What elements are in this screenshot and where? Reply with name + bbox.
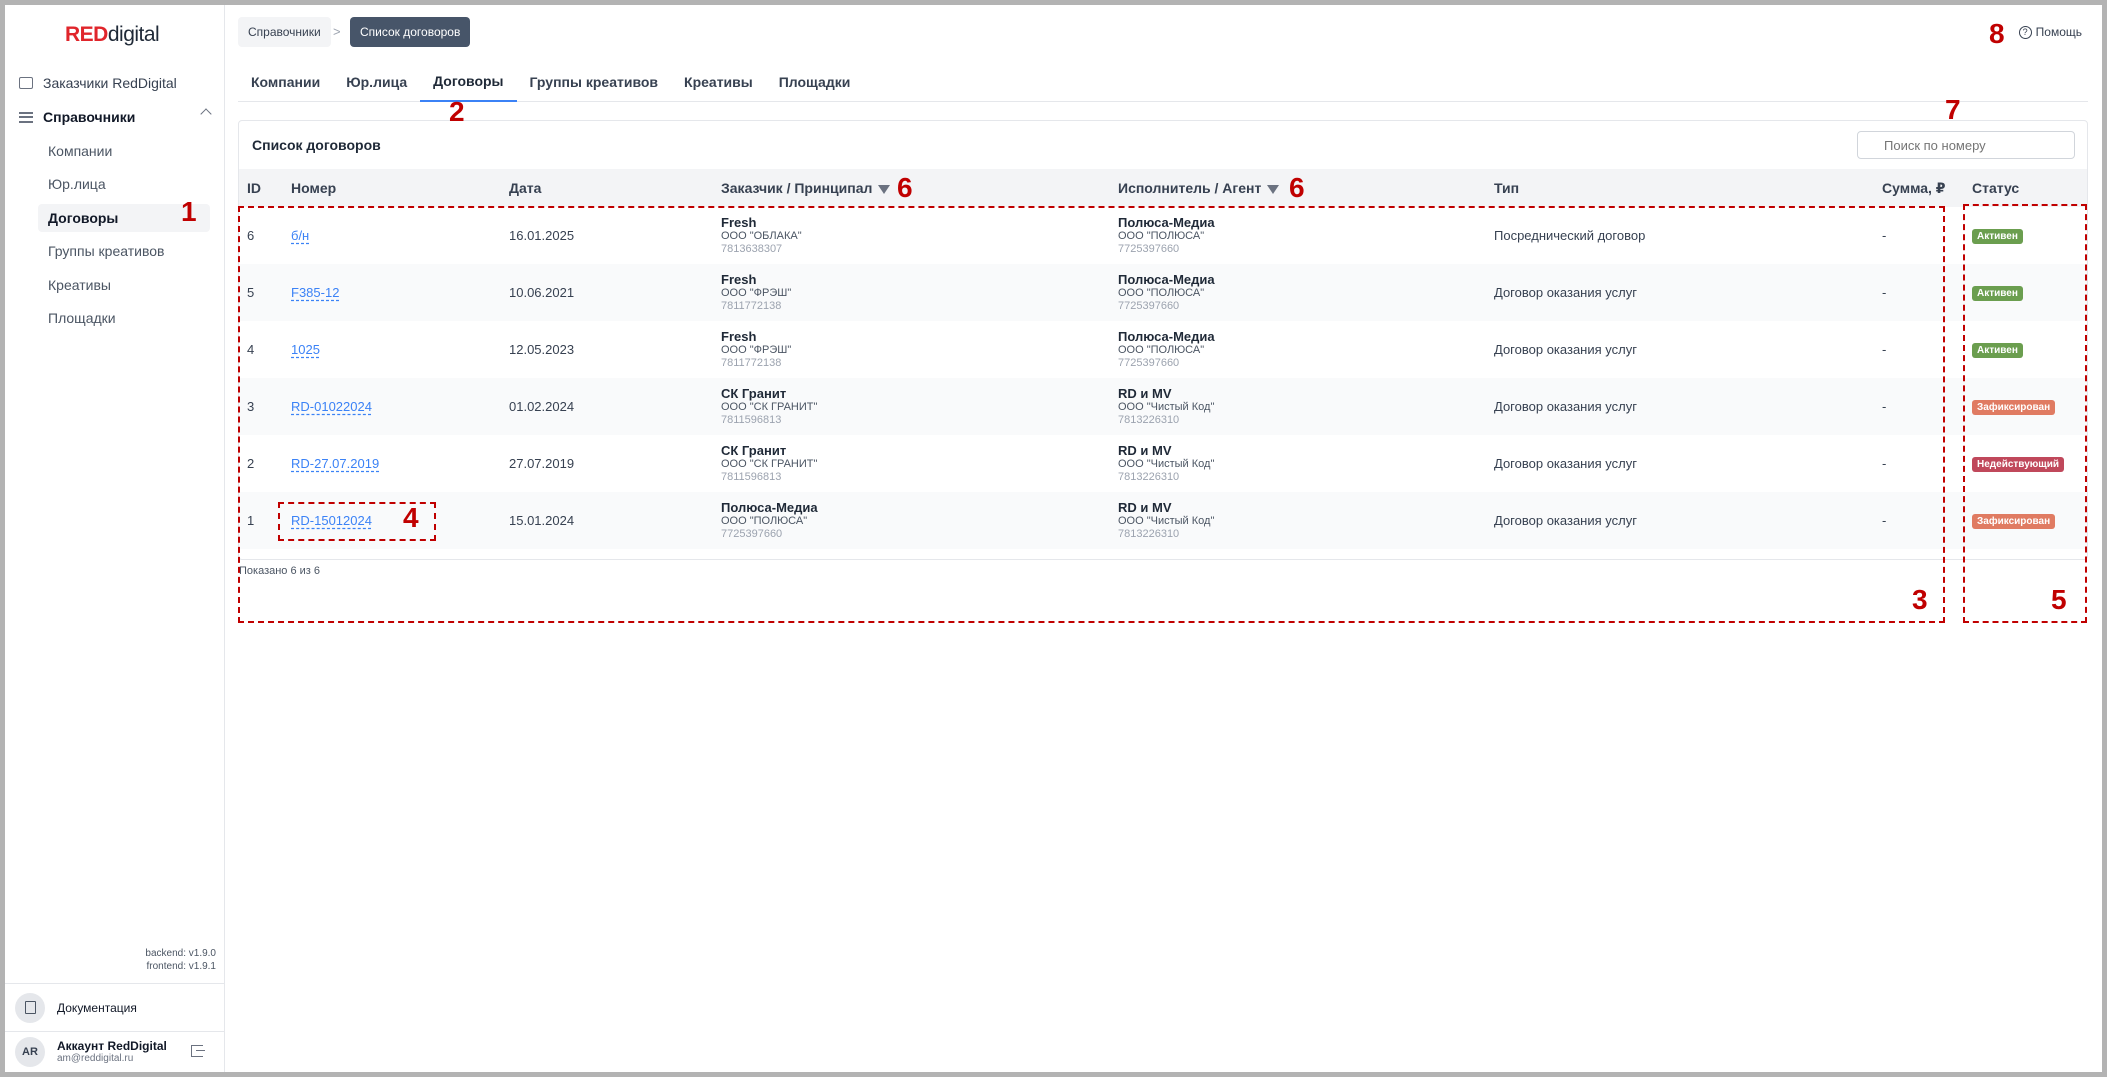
account-email: am@reddigital.ru [57,1053,134,1064]
column-header-date[interactable]: Дата [501,169,713,207]
column-header-id[interactable]: ID [239,169,283,207]
sidebar-subitem[interactable]: Компании [38,137,210,165]
annotation-number: 3 [1912,584,1928,615]
column-header-type[interactable]: Тип [1486,169,1874,207]
breadcrumb-separator-icon: > [333,24,341,39]
logo-rest-part: digital [107,23,160,46]
annotation-number: 2 [449,96,465,127]
column-header-client-label: Заказчик / Принципал [721,180,873,196]
sidebar-subitem[interactable]: Креативы [38,271,210,299]
column-header-sum[interactable]: Сумма, ₽ [1874,169,1964,207]
id-card-icon [19,77,33,89]
account-panel[interactable]: AR Аккаунт RedDigital am@reddigital.ru [5,1031,225,1072]
sidebar-subitem[interactable]: Группы креативов [38,237,210,265]
sidebar-item-label: Заказчики RedDigital [43,75,177,91]
question-icon: ? [2018,25,2032,39]
search-input[interactable] [1857,131,2075,159]
card-title: Список договоров [252,137,381,153]
list-icon [19,111,33,123]
annotation-number: 6 [897,172,913,203]
breadcrumb-references[interactable]: Справочники [238,17,331,47]
breadcrumb-current: Список договоров [350,17,471,47]
tab[interactable]: Юр.лица [333,62,420,102]
documentation-icon-circle [15,992,45,1023]
column-header-agent-label: Исполнитель / Агент [1118,180,1262,196]
logout-icon[interactable] [191,1045,205,1057]
filter-icon[interactable] [878,184,891,194]
tab[interactable]: Компании [238,62,333,102]
chevron-up-icon[interactable] [200,108,212,120]
annotation-number: 8 [1989,18,2005,49]
sidebar: REDdigital Заказчики RedDigital Справочн… [5,5,225,1072]
avatar: AR [15,1037,45,1067]
sidebar-group-label: Справочники [43,109,136,125]
annotation-number: 7 [1945,94,1961,125]
annotation-number: 1 [181,196,197,227]
document-icon [24,1001,36,1014]
help-button[interactable]: ? Помощь [2018,25,2082,39]
annotation-box-table-body [238,206,1945,623]
annotation-number: 6 [1289,172,1305,203]
sidebar-subitem[interactable]: Площадки [38,304,210,332]
sidebar-item-customers[interactable]: Заказчики RedDigital [19,69,219,97]
column-header-status[interactable]: Статус [1964,169,2087,207]
tab[interactable]: Договоры [420,62,517,102]
tabs-bar: Компании Юр.лица Договоры Группы креативов К… [238,62,2088,102]
annotation-number: 5 [2051,584,2067,615]
documentation-link[interactable]: Документация [5,983,225,1031]
filter-icon[interactable] [1267,184,1280,194]
annotation-box-status-column [1963,204,2087,623]
help-label: Помощь [2035,25,2082,39]
tab[interactable]: Группы креативов [517,62,672,102]
tab[interactable]: Креативы [671,62,766,102]
sidebar-group-references[interactable]: Справочники [19,103,214,131]
account-name: Аккаунт RedDigital [57,1039,167,1053]
frontend-version: frontend: v1.9.1 [146,961,217,972]
documentation-label: Документация [57,1000,137,1015]
column-header-number[interactable]: Номер [283,169,501,207]
logo-red-part: RED [65,23,108,46]
annotation-number: 4 [403,502,419,533]
logo[interactable]: REDdigital [65,23,160,47]
tab[interactable]: Площадки [766,62,864,102]
backend-version: backend: v1.9.0 [145,948,216,959]
table-header-row: ID Номер Дата Заказчик / Принципал Испол… [239,169,2087,207]
version-info: backend: v1.9.0 frontend: v1.9.1 [145,947,216,973]
sidebar-subitem[interactable]: Юр.лица [38,170,210,198]
